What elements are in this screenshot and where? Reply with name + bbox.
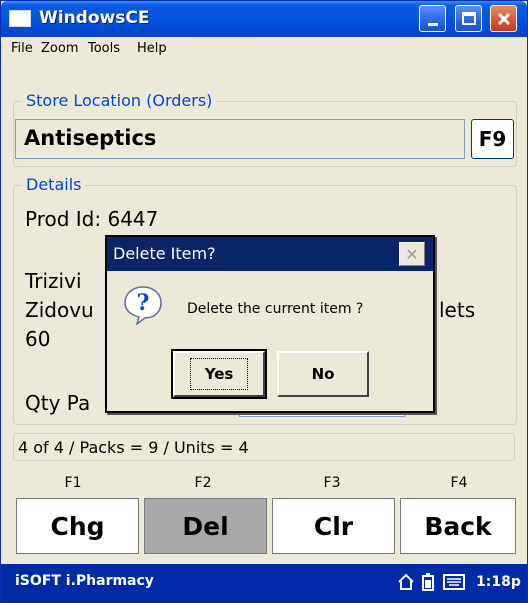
qty-pack-label: Qty Pa — [25, 391, 91, 415]
question-icon: ? — [123, 285, 162, 326]
window-icon — [9, 10, 31, 27]
yes-button-label: Yes — [189, 358, 249, 390]
back-button[interactable]: Back — [400, 498, 516, 554]
store-location-legend: Store Location (Orders) — [22, 91, 217, 110]
yes-button[interactable]: Yes — [171, 349, 267, 399]
window-title: WindowsCE — [39, 8, 150, 28]
close-icon — [497, 12, 510, 25]
title-bar[interactable]: WindowsCE — [1, 1, 527, 37]
dialog-message: Delete the current item ? — [187, 301, 364, 317]
store-location-field[interactable]: Antiseptics — [15, 119, 465, 159]
product-name-line2: Zidovu — [25, 298, 94, 322]
fkey-label-f3: F3 — [323, 475, 341, 491]
dialog-close-button[interactable]: ✕ — [399, 242, 425, 266]
home-icon[interactable] — [397, 573, 415, 595]
delete-item-dialog: Delete Item? ✕ ? Delete the current item… — [105, 235, 435, 413]
fkey-label-f4: F4 — [450, 475, 468, 491]
clr-button[interactable]: Clr — [272, 498, 395, 554]
product-name-line3: 60 — [25, 327, 51, 351]
prod-id-text: Prod Id: 6447 — [25, 207, 159, 231]
no-button[interactable]: No — [277, 351, 369, 397]
menu-bar: File Zoom Tools Help — [1, 37, 527, 61]
product-name-line2-tail: lets — [439, 298, 476, 322]
details-legend: Details — [22, 175, 86, 194]
del-button[interactable]: Del — [144, 498, 267, 554]
app-window: WindowsCE File Zoom Tools Help Store Loc… — [0, 0, 528, 603]
dialog-title-bar[interactable]: Delete Item? ✕ — [107, 237, 433, 271]
fkey-label-f2: F2 — [194, 475, 212, 491]
battery-icon[interactable] — [421, 573, 435, 595]
maximize-button[interactable] — [455, 5, 482, 32]
svg-text:?: ? — [137, 290, 150, 316]
f9-button[interactable]: F9 — [471, 119, 514, 159]
minimize-icon — [427, 23, 438, 26]
minimize-button[interactable] — [419, 5, 446, 32]
taskbar-app-name: iSOFT i.Pharmacy — [15, 573, 154, 589]
keyboard-icon[interactable] — [443, 573, 465, 595]
maximize-icon — [461, 12, 476, 25]
clock: 1:18p — [476, 574, 521, 590]
menu-help[interactable]: Help — [137, 41, 167, 56]
fkey-label-f1: F1 — [64, 475, 82, 491]
chg-button[interactable]: Chg — [16, 498, 139, 554]
product-name-line1: Trizivi — [25, 269, 82, 293]
menu-tools[interactable]: Tools — [88, 41, 120, 56]
close-button[interactable] — [490, 5, 517, 32]
menu-zoom[interactable]: Zoom — [41, 41, 78, 56]
taskbar: iSOFT i.Pharmacy 1:18p — [1, 564, 527, 602]
dialog-title: Delete Item? — [113, 244, 216, 263]
menu-file[interactable]: File — [11, 41, 33, 56]
status-summary: 4 of 4 / Packs = 9 / Units = 4 — [13, 433, 515, 461]
